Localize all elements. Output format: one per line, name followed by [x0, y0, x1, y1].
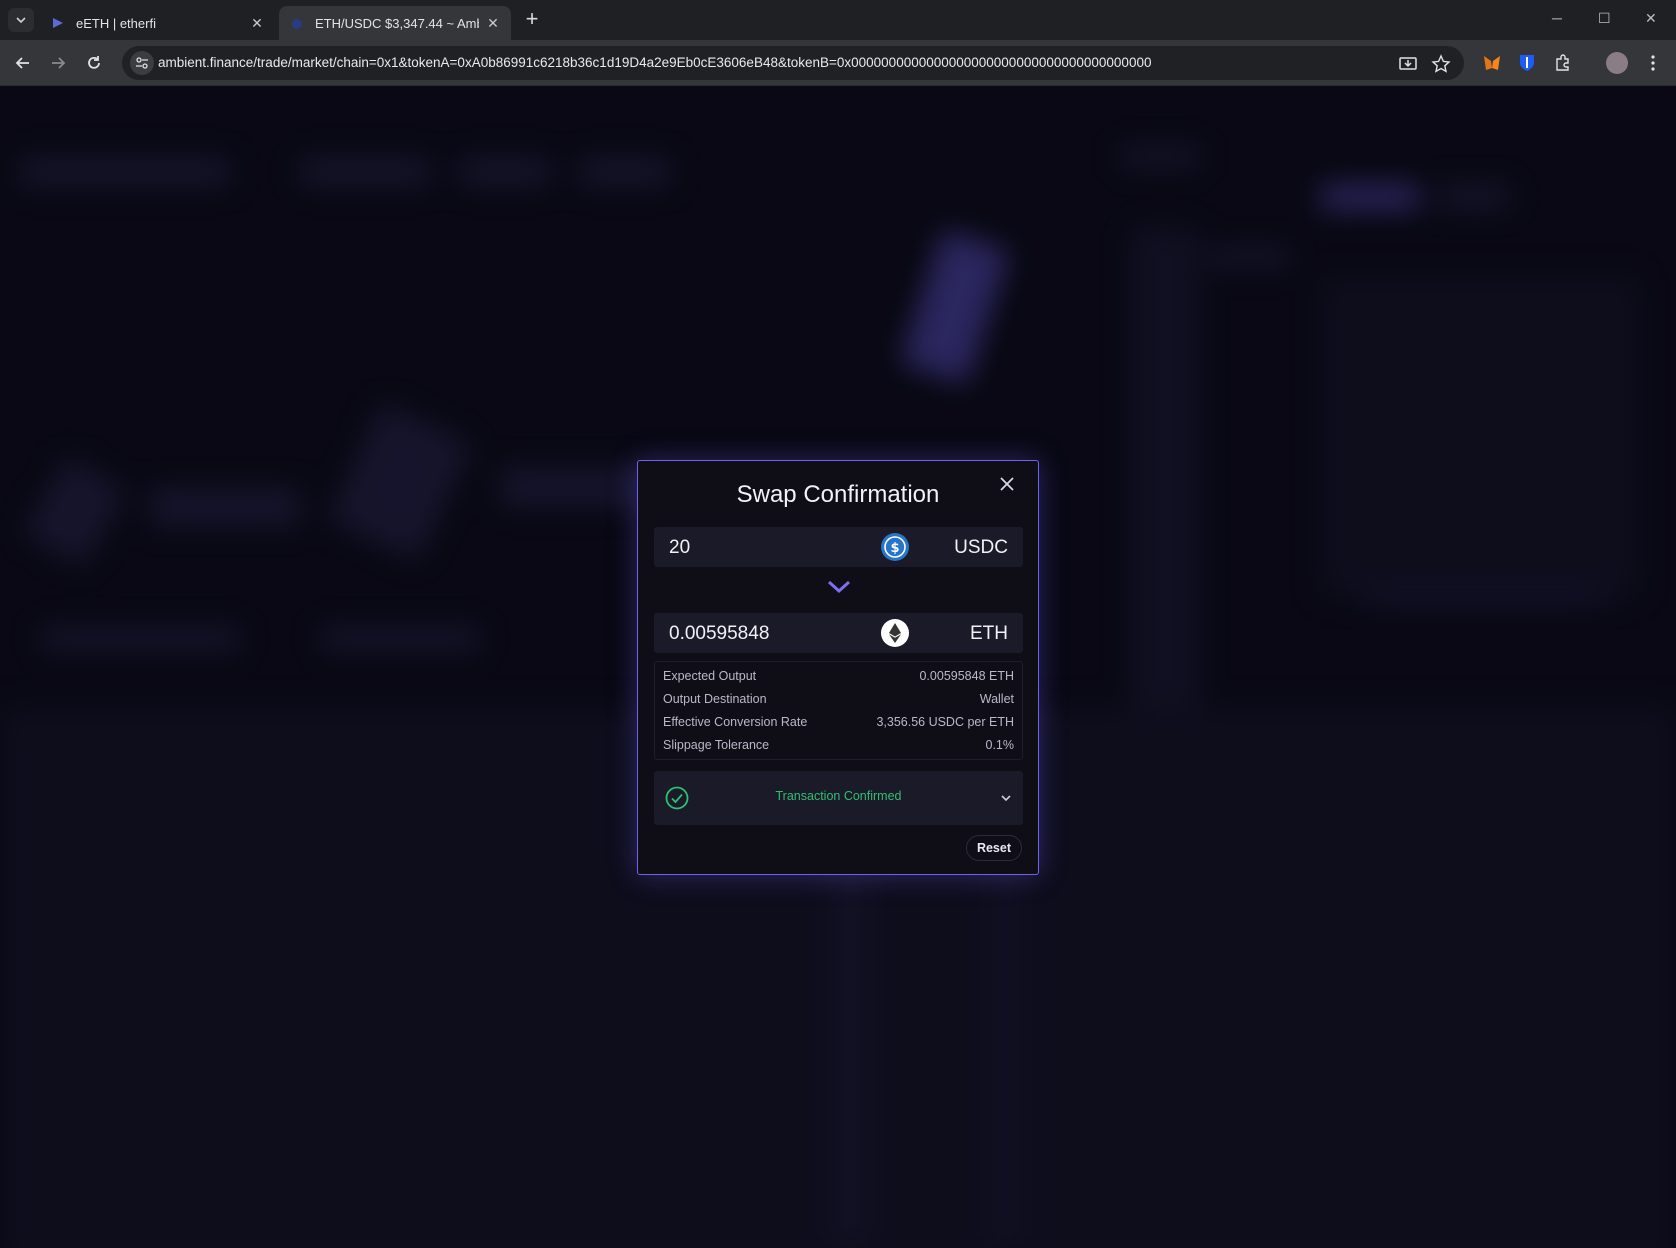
- detail-row: Effective Conversion Rate 3,356.56 USDC …: [663, 712, 1014, 732]
- reload-button[interactable]: [82, 51, 106, 75]
- from-token-row: 20 $ USDC: [654, 527, 1023, 567]
- site-info-icon[interactable]: [130, 51, 154, 75]
- usdc-icon: $: [881, 533, 909, 561]
- status-text: Transaction Confirmed: [775, 789, 902, 803]
- chevron-down-icon: [16, 17, 26, 24]
- swap-details: Expected Output 0.00595848 ETH Output De…: [654, 661, 1023, 760]
- menu-kebab-icon[interactable]: [1642, 52, 1664, 74]
- detail-label: Output Destination: [663, 692, 767, 706]
- from-amount: 20: [669, 537, 691, 558]
- etherfi-favicon-icon: [53, 18, 63, 28]
- close-icon: [1000, 477, 1014, 491]
- forward-icon: [52, 57, 66, 69]
- back-icon: [15, 57, 29, 69]
- browser-toolbar: ambient.finance/trade/market/chain=0x1&t…: [0, 40, 1676, 86]
- to-symbol: ETH: [970, 623, 1008, 644]
- window-close-icon[interactable]: ✕: [1645, 10, 1657, 27]
- detail-value: 0.1%: [985, 738, 1015, 752]
- chevron-down-icon[interactable]: [999, 791, 1013, 805]
- tab-etherfi[interactable]: eETH | etherfi ✕: [40, 6, 275, 40]
- detail-value: 0.00595848 ETH: [919, 669, 1014, 683]
- new-tab-button[interactable]: +: [520, 8, 544, 32]
- tab-title: eETH | etherfi: [76, 15, 156, 31]
- minimize-icon[interactable]: ─: [1552, 10, 1562, 26]
- svg-text:$: $: [890, 541, 899, 556]
- metamask-icon[interactable]: [1481, 52, 1503, 74]
- arrow-down-icon: [827, 580, 851, 594]
- reload-icon: [88, 56, 100, 69]
- detail-row: Output Destination Wallet: [663, 689, 1014, 709]
- swap-confirmation-modal: Swap Confirmation 20 $ USDC 0.00595848 E…: [637, 460, 1039, 875]
- transaction-status[interactable]: Transaction Confirmed: [654, 771, 1023, 825]
- url-text[interactable]: ambient.finance/trade/market/chain=0x1&t…: [158, 55, 1151, 70]
- detail-value: 3,356.56 USDC per ETH: [876, 715, 1014, 729]
- detail-label: Effective Conversion Rate: [663, 715, 808, 729]
- to-amount: 0.00595848: [669, 623, 770, 644]
- ambient-favicon-icon: [292, 19, 302, 29]
- install-app-icon[interactable]: [1398, 54, 1418, 74]
- bookmark-star-icon[interactable]: [1431, 54, 1451, 74]
- detail-label: Expected Output: [663, 669, 757, 683]
- close-button[interactable]: [996, 473, 1018, 495]
- detail-row: Expected Output 0.00595848 ETH: [663, 666, 1014, 686]
- profile-avatar[interactable]: [1606, 52, 1628, 74]
- maximize-icon[interactable]: ☐: [1598, 10, 1611, 27]
- modal-title: Swap Confirmation: [736, 481, 940, 508]
- eth-icon: [881, 619, 909, 647]
- shield-extension-icon[interactable]: [1516, 52, 1538, 74]
- address-bar[interactable]: ambient.finance/trade/market/chain=0x1&t…: [122, 46, 1464, 80]
- tab-search-button[interactable]: [8, 8, 34, 32]
- reset-button[interactable]: Reset: [965, 835, 1022, 861]
- tab-close-icon[interactable]: ✕: [249, 15, 265, 31]
- detail-label: Slippage Tolerance: [663, 738, 770, 752]
- tab-ambient[interactable]: ETH/USDC $3,347.44 ~ Ambient ✕: [279, 6, 511, 40]
- to-token-row: 0.00595848 ETH: [654, 613, 1023, 653]
- tab-close-icon[interactable]: ✕: [485, 15, 501, 31]
- tab-title: ETH/USDC $3,347.44 ~ Ambient: [315, 15, 479, 31]
- from-symbol: USDC: [954, 537, 1008, 558]
- browser-tab-bar: eETH | etherfi ✕ ETH/USDC $3,347.44 ~ Am…: [0, 0, 1676, 40]
- back-button[interactable]: [11, 51, 35, 75]
- detail-value: Wallet: [979, 692, 1014, 706]
- detail-row: Slippage Tolerance 0.1%: [663, 735, 1014, 755]
- forward-button[interactable]: [46, 51, 70, 75]
- extensions-puzzle-icon[interactable]: [1552, 52, 1574, 74]
